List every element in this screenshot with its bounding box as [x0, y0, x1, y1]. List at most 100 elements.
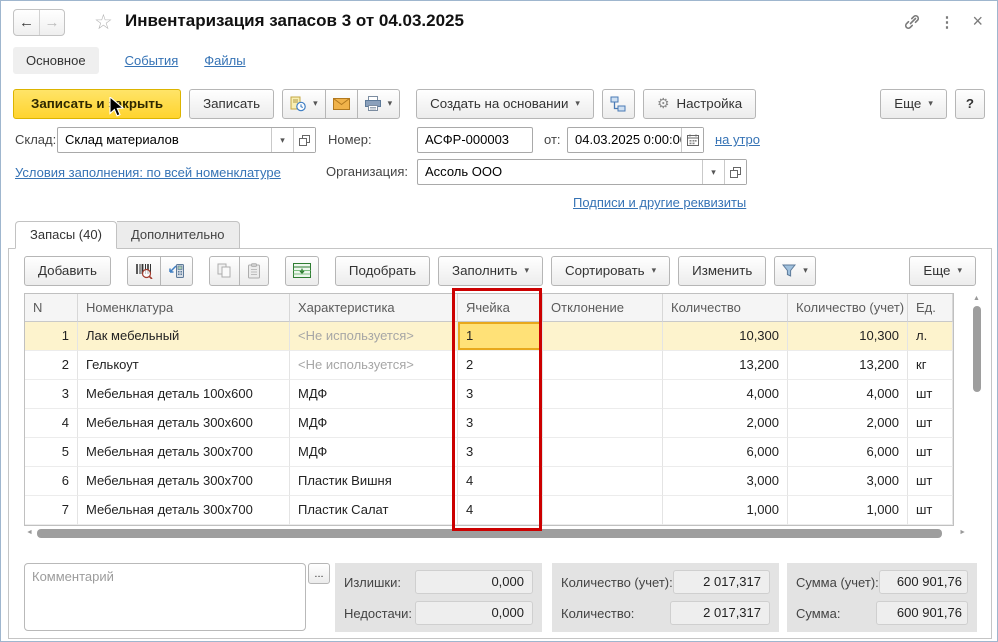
warehouse-combo[interactable]: Склад материалов ▾ [57, 127, 316, 153]
table-cell-cell[interactable]: 2 [458, 351, 543, 380]
table-cell-cell[interactable]: 3 [458, 380, 543, 409]
organization-combo[interactable]: Ассоль ООО ▾ [417, 159, 747, 185]
table-cell-qty[interactable]: 1,000 [663, 496, 788, 525]
table-cell-char[interactable]: Пластик Вишня [290, 467, 458, 496]
sort-button[interactable]: Сортировать▾ [551, 256, 670, 286]
table-cell-char[interactable]: <Не используется> [290, 322, 458, 351]
create-based-on-button[interactable]: Создать на основании▾ [416, 89, 594, 119]
table-cell-qty_acc[interactable]: 1,000 [788, 496, 908, 525]
data-terminal-button[interactable] [160, 256, 193, 286]
table-cell-unit[interactable]: шт [908, 496, 953, 525]
link-icon[interactable] [903, 13, 921, 31]
paste-rows-button[interactable] [239, 256, 269, 286]
fill-conditions-link[interactable]: Условия заполнения: по всей номенклатуре [15, 165, 281, 180]
chevron-down-icon[interactable]: ▾ [702, 160, 724, 184]
table-cell-qty[interactable]: 6,000 [663, 438, 788, 467]
fill-table-button[interactable] [285, 256, 319, 286]
table-cell-qty_acc[interactable]: 13,200 [788, 351, 908, 380]
column-header[interactable]: Ячейка [458, 294, 543, 322]
table-cell-deviation[interactable] [543, 351, 663, 380]
mail-button[interactable] [325, 89, 358, 119]
table-cell-item[interactable]: Гелькоут [78, 351, 290, 380]
comment-input[interactable] [24, 563, 306, 631]
table-cell-qty[interactable]: 13,200 [663, 351, 788, 380]
help-button[interactable]: ? [955, 89, 985, 119]
column-header[interactable]: Отклонение [543, 294, 663, 322]
close-icon[interactable]: × [972, 11, 983, 32]
more-button[interactable]: Еще▾ [880, 89, 947, 119]
table-cell-unit[interactable]: шт [908, 409, 953, 438]
chevron-down-icon[interactable]: ▾ [271, 128, 293, 152]
table-cell-unit[interactable]: шт [908, 380, 953, 409]
add-row-button[interactable]: Добавить [24, 256, 111, 286]
table-cell-qty_acc[interactable]: 10,300 [788, 322, 908, 351]
table-cell-char[interactable]: <Не используется> [290, 351, 458, 380]
nav-tab-files[interactable]: Файлы [204, 53, 245, 68]
hscroll-thumb[interactable] [37, 529, 942, 538]
table-cell-char[interactable]: МДФ [290, 409, 458, 438]
filter-button[interactable]: ▾ [774, 256, 816, 286]
table-cell-unit[interactable]: шт [908, 438, 953, 467]
table-cell-char[interactable]: Пластик Салат [290, 496, 458, 525]
tab-additional[interactable]: Дополнительно [117, 221, 240, 249]
table-cell-deviation[interactable] [543, 409, 663, 438]
table-more-button[interactable]: Еще▾ [909, 256, 976, 286]
horizontal-scrollbar[interactable]: ◄ ► [24, 527, 968, 540]
table-cell-item[interactable]: Мебельная деталь 300x700 [78, 496, 290, 525]
table-cell-qty_acc[interactable]: 6,000 [788, 438, 908, 467]
fill-button[interactable]: Заполнить▾ [438, 256, 543, 286]
table-cell-cell[interactable]: 4 [458, 496, 543, 525]
column-header[interactable]: N [25, 294, 78, 322]
table-cell-unit[interactable]: кг [908, 351, 953, 380]
table-cell-item[interactable]: Мебельная деталь 300x700 [78, 467, 290, 496]
table-cell-n[interactable]: 1 [25, 322, 78, 351]
open-form-icon[interactable] [724, 160, 746, 184]
table-cell-n[interactable]: 3 [25, 380, 78, 409]
table-cell-cell[interactable]: 3 [458, 409, 543, 438]
table-cell-qty[interactable]: 10,300 [663, 322, 788, 351]
more-menu-icon[interactable]: ⋮ [939, 13, 954, 31]
tab-stocks[interactable]: Запасы (40) [15, 221, 117, 249]
back-icon[interactable]: ← [14, 10, 39, 35]
table-cell-deviation[interactable] [543, 438, 663, 467]
column-header[interactable]: Количество (учет) [788, 294, 908, 322]
vertical-scrollbar[interactable]: ▲ [970, 293, 984, 525]
copy-rows-button[interactable] [209, 256, 240, 286]
table-cell-n[interactable]: 7 [25, 496, 78, 525]
post-document-button[interactable]: ▾ [282, 89, 326, 119]
table-cell-n[interactable]: 5 [25, 438, 78, 467]
table-cell-qty[interactable]: 3,000 [663, 467, 788, 496]
edit-button[interactable]: Изменить [678, 256, 766, 286]
column-header[interactable]: Ед. [908, 294, 953, 322]
comment-expand-button[interactable]: ... [308, 563, 330, 584]
print-button[interactable]: ▾ [357, 89, 401, 119]
table-cell-unit[interactable]: шт [908, 467, 953, 496]
table-cell-n[interactable]: 2 [25, 351, 78, 380]
table-cell-cell[interactable]: 1 [458, 322, 543, 351]
table-cell-item[interactable]: Мебельная деталь 100x600 [78, 380, 290, 409]
table-cell-qty[interactable]: 2,000 [663, 409, 788, 438]
favorite-star-icon[interactable]: ☆ [94, 10, 113, 35]
column-header[interactable]: Характеристика [290, 294, 458, 322]
settings-button[interactable]: ⚙ Настройка [643, 89, 756, 119]
column-header[interactable]: Количество [663, 294, 788, 322]
column-header[interactable]: Номенклатура [78, 294, 290, 322]
table-cell-n[interactable]: 4 [25, 409, 78, 438]
table-cell-deviation[interactable] [543, 322, 663, 351]
table-cell-item[interactable]: Мебельная деталь 300x600 [78, 409, 290, 438]
table-cell-deviation[interactable] [543, 496, 663, 525]
signatures-link[interactable]: Подписи и другие реквизиты [573, 195, 746, 210]
nav-tab-main[interactable]: Основное [13, 47, 99, 74]
morning-link[interactable]: на утро [715, 132, 760, 147]
table-cell-deviation[interactable] [543, 467, 663, 496]
table-cell-qty[interactable]: 4,000 [663, 380, 788, 409]
table-cell-qty_acc[interactable]: 3,000 [788, 467, 908, 496]
nav-tab-events[interactable]: События [125, 53, 179, 68]
table-cell-deviation[interactable] [543, 380, 663, 409]
table-cell-qty_acc[interactable]: 4,000 [788, 380, 908, 409]
table-cell-cell[interactable]: 4 [458, 467, 543, 496]
table-cell-char[interactable]: МДФ [290, 380, 458, 409]
table-cell-n[interactable]: 6 [25, 467, 78, 496]
table-cell-item[interactable]: Лак мебельный [78, 322, 290, 351]
calendar-icon[interactable] [681, 128, 703, 152]
